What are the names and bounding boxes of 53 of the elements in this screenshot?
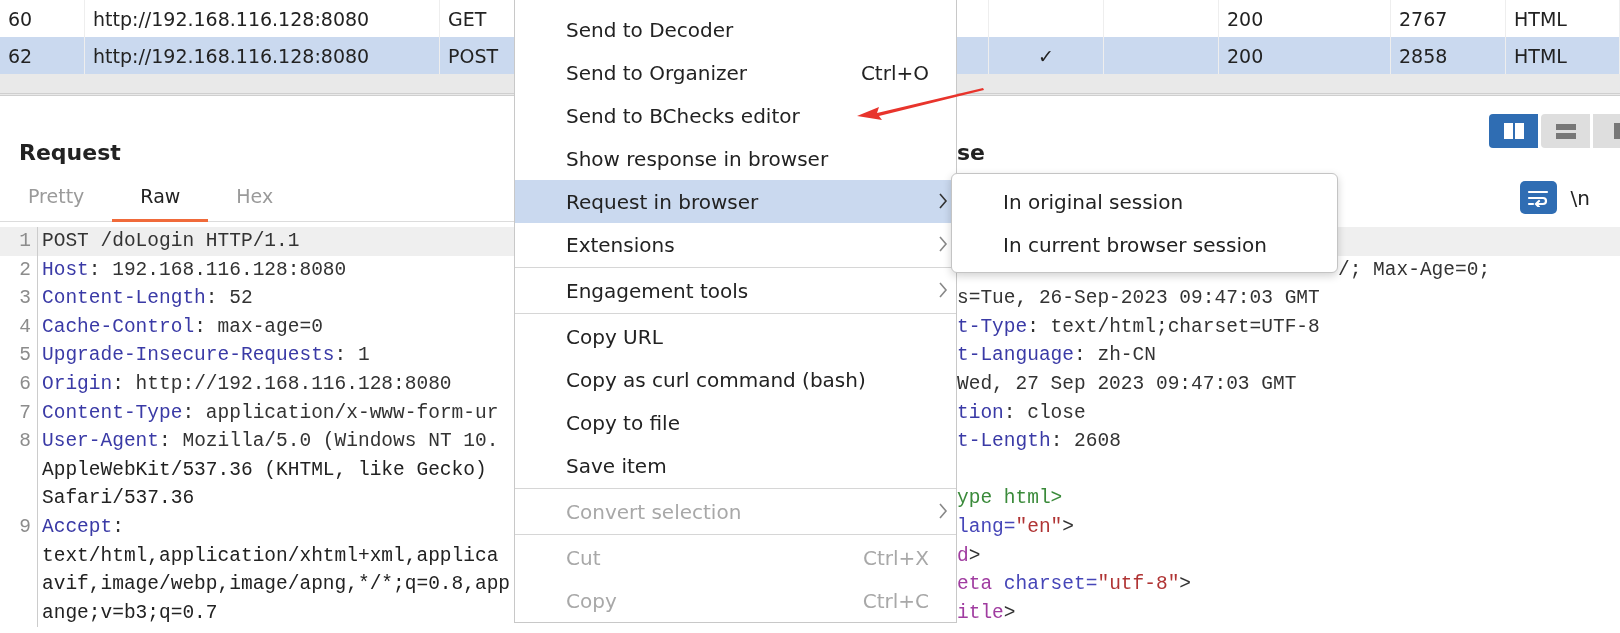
table-cell: http://192.168.116.128:8080 [93, 44, 370, 67]
code-line: Accept: [41, 514, 124, 540]
line-number: 5 [0, 341, 38, 370]
code-line: text/html,application/xhtml+xml,applica [41, 543, 499, 569]
line-number: 4 [0, 312, 38, 342]
code-line: s=Tue, 26-Sep-2023 09:47:03 GMT [957, 286, 1320, 312]
table-cell: HTML [1514, 7, 1567, 30]
shortcut-label: Ctrl+C [862, 588, 929, 613]
pane-title: se [957, 139, 985, 167]
table-cell: GET [448, 7, 487, 30]
line-number: 8 [0, 427, 38, 456]
shortcut-label: Ctrl+X [862, 545, 929, 570]
code-line: POST /doLogin HTTP/1.1 [41, 229, 300, 254]
line-number: 6 [0, 369, 38, 399]
code-line: itle> [957, 600, 1016, 626]
code-line: eta charset="utf-8"> [957, 572, 1192, 598]
table-cell: 2858 [1399, 44, 1448, 67]
table-cell: HTML [1514, 44, 1567, 67]
table-cell: 200 [1227, 7, 1264, 30]
code-line: d> [957, 543, 981, 569]
table-cell: 200 [1227, 44, 1264, 67]
line-number: 9 [0, 512, 38, 542]
code-line: Cache-Control: max-age=0 [41, 314, 323, 340]
code-line: lang="en"> [957, 514, 1075, 540]
code-line: User-Agent: Mozilla/5.0 (Windows NT 10. [41, 429, 499, 455]
code-line: Origin: http://192.168.116.128:8080 [41, 371, 452, 397]
code-line: AppleWebKit/537.36 (KHTML, like Gecko) [41, 457, 487, 483]
code-line: tion: close [957, 400, 1086, 426]
code-line: ange;v=b3;q=0.7 [41, 600, 218, 626]
table-cell: 60 [8, 7, 33, 30]
table-cell: http://192.168.116.128:8080 [93, 7, 370, 30]
line-number: 7 [0, 398, 38, 428]
pane-title: Request [19, 139, 121, 167]
code-line: t-Type: text/html;charset=UTF-8 [957, 314, 1320, 340]
code-line: Content-Length: 52 [41, 286, 253, 312]
line-number: 1 [0, 227, 38, 256]
code-line: avif,image/webp,image/apng,*/*;q=0.8,app [41, 572, 511, 598]
code-line: Content-Type: application/x-www-form-ur [41, 400, 499, 426]
line-number: 3 [0, 284, 38, 313]
code-line: Wed, 27 Sep 2023 09:47:03 GMT [957, 371, 1297, 397]
code-line: t-Length: 2608 [957, 429, 1121, 455]
table-cell: 62 [8, 44, 33, 67]
table-cell: POST [448, 44, 499, 67]
code-line: /; Max-Age=0; [1338, 257, 1491, 283]
table-cell: 2767 [1399, 7, 1448, 30]
code-line: t-Language: zh-CN [957, 343, 1156, 369]
line-number: 2 [0, 255, 38, 285]
code-line: ype html> [957, 486, 1063, 512]
shortcut-label: Ctrl+O [860, 60, 929, 85]
code-line: Upgrade-Insecure-Requests: 1 [41, 343, 370, 369]
code-line: Host: 192.168.116.128:8080 [41, 257, 347, 283]
code-line: Safari/537.36 [41, 486, 195, 512]
table-cell: ✓ [1038, 44, 1054, 67]
